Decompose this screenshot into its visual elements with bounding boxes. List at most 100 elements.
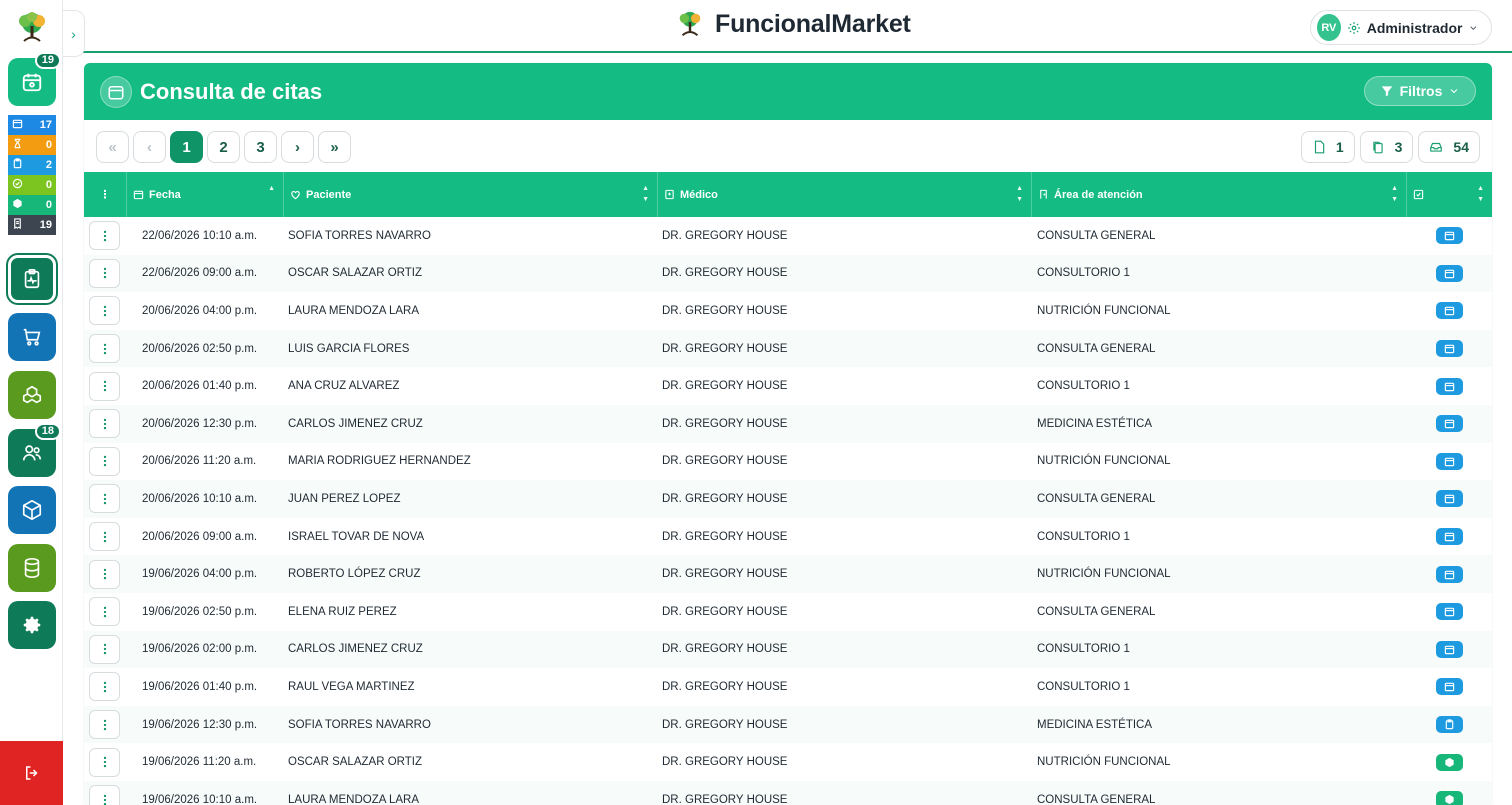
- status-button[interactable]: [1436, 490, 1463, 508]
- status-button[interactable]: [1436, 753, 1463, 771]
- cell-paciente: LUIS GARCIA FLORES: [288, 342, 410, 355]
- row-menu-button[interactable]: [89, 296, 120, 326]
- status-button[interactable]: [1436, 377, 1463, 395]
- table-row[interactable]: 19/06/2026 04:00 p.m. ROBERTO LÓPEZ CRUZ D…: [84, 555, 1492, 593]
- column-medico-header[interactable]: Médico ▲ ▼: [658, 172, 1032, 217]
- column-status-header[interactable]: ▲ ▼: [1407, 172, 1492, 217]
- page-button-1[interactable]: 1: [170, 131, 203, 163]
- row-menu-button[interactable]: [89, 409, 120, 439]
- status-button[interactable]: [1436, 791, 1463, 805]
- status-button[interactable]: [1436, 603, 1463, 621]
- products-button[interactable]: [8, 486, 56, 534]
- filters-button[interactable]: Filtros: [1364, 76, 1476, 106]
- status-button[interactable]: [1436, 264, 1463, 282]
- user-menu[interactable]: RV Administrador: [1310, 10, 1492, 45]
- row-menu-button[interactable]: [89, 334, 120, 364]
- table-row[interactable]: 20/06/2026 11:20 a.m. MARIA RODRIGUEZ HER…: [84, 443, 1492, 481]
- last-page-button[interactable]: »: [318, 131, 351, 163]
- row-menu-button[interactable]: [89, 559, 120, 589]
- table-row[interactable]: 20/06/2026 04:00 p.m. LAURA MENDOZA LARA D…: [84, 292, 1492, 330]
- stat-box[interactable]: 0: [8, 195, 56, 215]
- status-button[interactable]: [1436, 678, 1463, 696]
- column-paciente-header[interactable]: Paciente ▲ ▼: [284, 172, 658, 217]
- column-area-header[interactable]: Área de atención ▲ ▼: [1032, 172, 1407, 217]
- cell-area: CONSULTORIO 1: [1037, 267, 1130, 280]
- cart-icon: [23, 328, 41, 346]
- calendar-icon: [1444, 681, 1455, 692]
- row-menu-button[interactable]: [89, 747, 120, 777]
- table-row[interactable]: 20/06/2026 09:00 a.m. ISRAEL TOVAR DE NOV…: [84, 518, 1492, 556]
- page-title: Consulta de citas: [140, 78, 323, 104]
- stat-value: 0: [45, 139, 52, 151]
- stat-clipboard[interactable]: 2: [8, 155, 56, 175]
- status-button[interactable]: [1436, 415, 1463, 433]
- row-menu-button[interactable]: [89, 371, 120, 401]
- more-vertical-icon: [103, 794, 106, 805]
- stat-hourglass[interactable]: 0: [8, 135, 56, 155]
- column-actions-header[interactable]: ⋮: [84, 172, 127, 217]
- table-row[interactable]: 20/06/2026 10:10 a.m. JUAN PEREZ LOPEZ DR.…: [84, 480, 1492, 518]
- table-row[interactable]: 22/06/2026 10:10 a.m. SOFIA TORRES NAVARR…: [84, 217, 1492, 255]
- prev-page-button[interactable]: ‹: [133, 131, 166, 163]
- status-button[interactable]: [1436, 565, 1463, 583]
- table-row[interactable]: 19/06/2026 01:40 p.m. RAUL VEGA MARTINEZ D…: [84, 668, 1492, 706]
- gear-icon: [23, 616, 41, 634]
- stat-check-circle[interactable]: 0: [8, 175, 56, 195]
- database-button[interactable]: [8, 544, 56, 592]
- row-menu-button[interactable]: [89, 484, 120, 514]
- appointments-calendar-button[interactable]: 19: [8, 52, 61, 106]
- medical-records-button[interactable]: [8, 255, 56, 303]
- stat-calendar[interactable]: 17: [8, 115, 56, 135]
- cell-area: MEDICINA ESTÉTICA: [1037, 417, 1153, 430]
- column-fecha-header[interactable]: Fecha ▲: [127, 172, 284, 217]
- clipboard-icon: [12, 158, 23, 172]
- settings-button[interactable]: [8, 601, 56, 649]
- logout-button[interactable]: [0, 741, 63, 805]
- table-row[interactable]: 19/06/2026 02:00 p.m. CARLOS JIMENEZ CRUZ…: [84, 630, 1492, 669]
- table-row[interactable]: 20/06/2026 12:30 p.m. CARLOS JIMENEZ CRUZ…: [84, 404, 1492, 443]
- avatar: RV: [1317, 14, 1341, 41]
- inventory-button[interactable]: [8, 371, 56, 419]
- row-menu-button[interactable]: [89, 597, 120, 627]
- cell-area: CONSULTA GENERAL: [1037, 605, 1156, 618]
- page-button-2[interactable]: 2: [207, 131, 240, 163]
- row-menu-button[interactable]: [89, 785, 120, 805]
- row-menu-button[interactable]: [89, 672, 120, 702]
- table-row[interactable]: 22/06/2026 09:00 a.m. OSCAR SALAZAR ORTIZ…: [84, 254, 1492, 293]
- stat-receipt[interactable]: 19: [8, 215, 56, 235]
- row-menu-button[interactable]: [89, 710, 120, 740]
- status-button[interactable]: [1436, 340, 1463, 358]
- next-page-button[interactable]: ›: [281, 131, 314, 163]
- tree-logo-icon[interactable]: [14, 10, 50, 46]
- table-row[interactable]: 20/06/2026 01:40 p.m. ANA CRUZ ALVAREZ DR.…: [84, 367, 1492, 405]
- status-button[interactable]: [1436, 302, 1463, 320]
- door-icon: [1040, 189, 1047, 199]
- row-actions-cell: [84, 518, 127, 556]
- status-button[interactable]: [1436, 227, 1463, 245]
- table-row[interactable]: 19/06/2026 10:10 a.m. LAURA MENDOZA LARA D…: [84, 780, 1492, 805]
- pagination: « ‹ 1 2 3 › »: [96, 131, 351, 163]
- table-row[interactable]: 19/06/2026 12:30 p.m. SOFIA TORRES NAVARR…: [84, 705, 1492, 744]
- table-row[interactable]: 19/06/2026 11:20 a.m. OSCAR SALAZAR ORTIZ…: [84, 743, 1492, 781]
- status-button[interactable]: [1436, 452, 1463, 470]
- total-records-count: 54: [1418, 131, 1480, 163]
- status-button[interactable]: [1436, 716, 1463, 734]
- store-cart-button[interactable]: [8, 313, 56, 361]
- cell-status: [1407, 743, 1492, 781]
- table-row[interactable]: 19/06/2026 02:50 p.m. ELENA RUIZ PEREZ DR.…: [84, 593, 1492, 631]
- cell-medico: DR. GREGORY HOUSE: [662, 605, 788, 618]
- row-menu-button[interactable]: [89, 634, 120, 664]
- table-row[interactable]: 20/06/2026 02:50 p.m. LUIS GARCIA FLORES D…: [84, 329, 1492, 368]
- row-menu-button[interactable]: [89, 258, 120, 288]
- sidebar-toggle-button[interactable]: ›: [63, 10, 85, 57]
- status-button[interactable]: [1436, 528, 1463, 546]
- patients-button[interactable]: 18: [8, 423, 61, 477]
- row-menu-button[interactable]: [89, 221, 120, 251]
- status-button[interactable]: [1436, 640, 1463, 658]
- row-menu-button[interactable]: [89, 522, 120, 552]
- row-menu-button[interactable]: [89, 446, 120, 476]
- page-button-3[interactable]: 3: [244, 131, 277, 163]
- calendar-icon: [1444, 456, 1455, 467]
- first-page-button[interactable]: «: [96, 131, 129, 163]
- clipboard-icon: [1444, 719, 1455, 730]
